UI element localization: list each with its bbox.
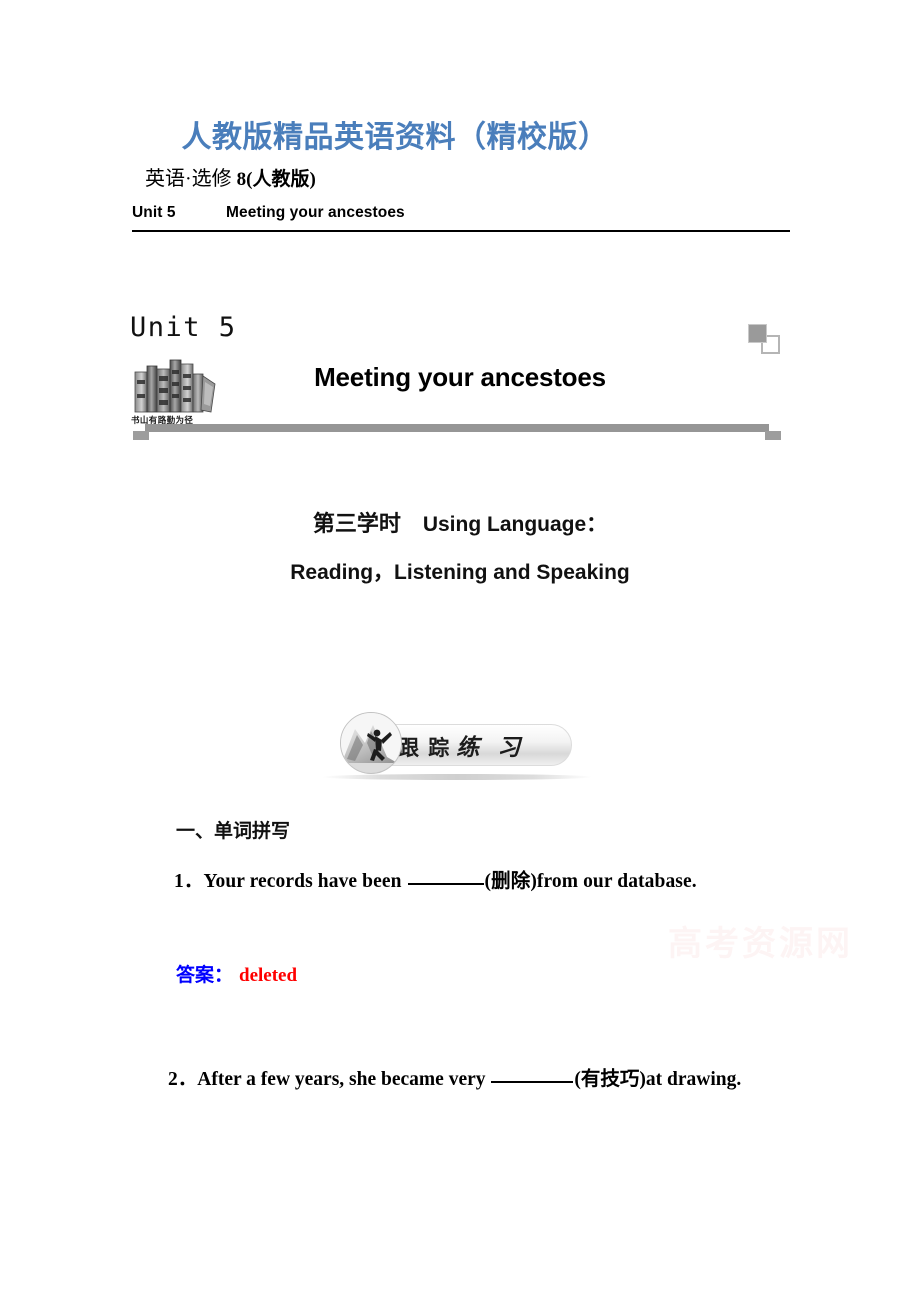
rule-bar-cap-left (133, 431, 149, 440)
subject-publisher: (人教版) (246, 169, 316, 190)
practice-badge-label-bold: 跟 踪 (398, 736, 452, 760)
unit-title: Meeting your ancestoes (314, 362, 606, 392)
subject-line: 英语·选修 8(人教版) (145, 162, 316, 191)
exercise-item-1: 1．Your records have been (删除)from our da… (174, 864, 794, 893)
answer-value: deleted (239, 965, 298, 986)
rule-bar-cap-right (765, 431, 781, 440)
exercise-2-number: 2． (168, 1069, 198, 1090)
session-heading-line1: 第三学时 Using Language： (130, 500, 790, 549)
exercise-1-text-after: from our database. (536, 871, 697, 892)
running-head-unit: Unit 5 (132, 204, 176, 221)
exercise-1-number: 1． (174, 871, 204, 892)
answer-label: 答案： (176, 965, 234, 986)
session-number-cn: 第三学时 (312, 511, 401, 536)
rule-bar-line (145, 424, 769, 432)
exercise-1-blank[interactable] (407, 883, 484, 885)
book-stack-icon: 书山有路勤为径 (131, 354, 227, 425)
session-heading: 第三学时 Using Language： Reading，Listening an… (130, 500, 790, 597)
practice-badge-label-brush: 练 习 (456, 734, 526, 761)
exercise-2-blank[interactable] (491, 1081, 574, 1083)
watermark-text: 高考资源网 (668, 926, 853, 963)
exercise-section-heading: 一、单词拼写 (176, 821, 291, 842)
session-heading-line2: Reading，Listening and Speaking (290, 561, 630, 584)
climber-icon (340, 712, 402, 774)
exercise-2-hint: (有技巧) (574, 1069, 646, 1090)
book-stack-graphic (134, 359, 216, 413)
exercise-2-text-before: After a few years, she became very (197, 1069, 491, 1090)
square-filled-shape (748, 324, 767, 343)
session-topic-en: Using Language： (422, 513, 608, 536)
subject-volume: 8 (236, 169, 247, 190)
exercise-item-2: 2．After a few years, she became very (有技… (132, 1055, 792, 1105)
banner-title: 人教版精品英语资料（精校版） (181, 121, 609, 154)
unit-number: Unit 5 (130, 312, 237, 343)
running-head-title: Meeting your ancestoes (226, 204, 405, 221)
exercise-1-answer: 答案： deleted (176, 960, 297, 987)
practice-badge: 跟 踪练 习 (322, 712, 592, 784)
running-head: Unit 5 Meeting your ancestoes (132, 204, 790, 232)
document-page: 人教版精品英语资料（精校版） 英语·选修 8(人教版) Unit 5 Meetin… (0, 0, 920, 1302)
exercise-2-text-after: at drawing. (645, 1069, 742, 1090)
subject-name: 英语·选修 (145, 168, 237, 190)
masthead-rule-bar (133, 424, 781, 440)
climber-graphic (341, 713, 401, 773)
practice-badge-text: 跟 踪练 习 (398, 728, 568, 762)
decorative-squares-icon (748, 324, 782, 354)
exercise-1-text-before: Your records have been (203, 871, 407, 892)
exercise-1-hint: (删除) (484, 871, 537, 892)
practice-badge-shadow (322, 774, 592, 780)
